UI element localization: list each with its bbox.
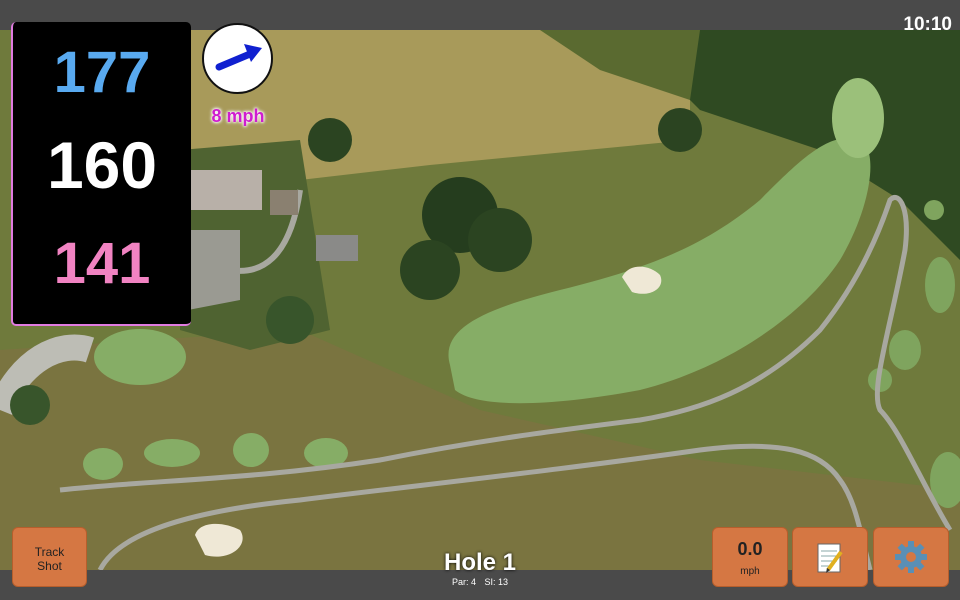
gear-icon (895, 541, 927, 573)
notes-button[interactable] (792, 527, 868, 587)
track-shot-label-line2: Shot (37, 559, 62, 573)
hole-par: Par: 4 (451, 577, 476, 587)
middle-yardage: 160 (46, 128, 158, 202)
speed-value: 0.0 (737, 539, 763, 559)
track-shot-button[interactable]: Track Shot (12, 527, 87, 587)
wind-direction-dial (202, 23, 273, 94)
back-yardage: 177 (53, 40, 151, 105)
clock: 10:10 (903, 14, 952, 35)
hole-stroke-index: SI: 13 (484, 577, 509, 587)
wind-speed: 8 mph (211, 106, 265, 126)
track-shot-label-line1: Track (34, 545, 65, 559)
front-yardage: 141 (53, 231, 151, 296)
wind-arrow-icon (215, 44, 262, 71)
settings-button[interactable] (873, 527, 949, 587)
speed-unit: mph (740, 566, 760, 577)
notepad-icon (817, 543, 843, 573)
hole-info: Par: 4 SI: 13 (380, 577, 580, 587)
speed-button[interactable]: 0.0 mph (712, 527, 788, 587)
hole-title: Hole 1 (443, 549, 517, 576)
yardage-panel: 177 160 141 (11, 22, 191, 326)
